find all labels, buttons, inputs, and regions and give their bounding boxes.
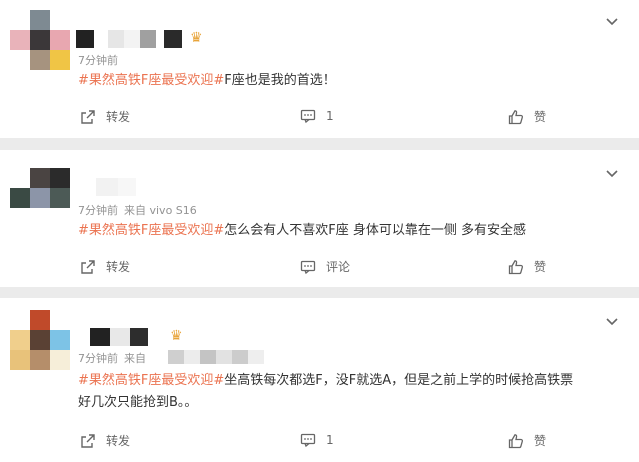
comment-text: #果然高铁F座最受欢迎#坐高铁每次都选F，没F就选A，但是之前上学的时候抢高铁票… <box>78 370 603 414</box>
comment-count: 1 <box>326 109 334 123</box>
action-bar: 转发 评论 赞 <box>0 258 639 278</box>
like-button[interactable]: 赞 <box>508 258 546 275</box>
comment-card: 7分钟前 来自 vivo S16 #果然高铁F座最受欢迎#怎么会有人不喜欢F座 身… <box>0 150 639 287</box>
post-meta: 7分钟前 <box>78 52 118 68</box>
username[interactable] <box>96 178 136 196</box>
comment-body: F座也是我的首选！ <box>224 73 336 88</box>
share-button[interactable]: 转发 <box>80 108 130 125</box>
action-bar: 转发 1 赞 <box>0 432 639 452</box>
username[interactable] <box>76 30 182 48</box>
thumbs-up-icon <box>508 259 524 274</box>
avatar[interactable] <box>10 10 72 72</box>
chevron-down-icon[interactable] <box>605 314 619 328</box>
chevron-down-icon[interactable] <box>605 14 619 28</box>
comment-body-line2: 好几次只能抢到B。。 <box>78 395 198 410</box>
share-label: 转发 <box>106 434 131 448</box>
share-label: 转发 <box>106 110 131 124</box>
post-time: 7分钟前 <box>78 54 118 67</box>
comment-button[interactable]: 评论 <box>300 258 350 275</box>
like-label: 赞 <box>534 110 547 124</box>
share-button[interactable]: 转发 <box>80 432 130 449</box>
comment-body-line1: 坐高铁每次都选F，没F就选A，但是之前上学的时候抢高铁票 <box>224 373 574 388</box>
share-icon <box>81 109 95 124</box>
like-button[interactable]: 赞 <box>508 108 546 125</box>
like-label: 赞 <box>534 434 547 448</box>
like-button[interactable]: 赞 <box>508 432 546 449</box>
thumbs-up-icon <box>508 433 524 448</box>
avatar[interactable] <box>10 168 72 230</box>
chevron-down-icon[interactable] <box>605 166 619 180</box>
comment-count: 1 <box>326 433 334 447</box>
comment-button[interactable]: 1 <box>300 432 334 448</box>
comment-text: #果然高铁F座最受欢迎#怎么会有人不喜欢F座 身体可以靠在一侧 多有安全感 <box>78 220 603 242</box>
crown-icon: ♛ <box>190 30 203 46</box>
comment-icon <box>300 433 316 448</box>
comment-icon <box>300 109 316 124</box>
post-source: 来自 <box>124 352 146 365</box>
share-button[interactable]: 转发 <box>80 258 130 275</box>
post-meta: 7分钟前 来自 vivo S16 <box>78 202 197 218</box>
comment-body: 怎么会有人不喜欢F座 身体可以靠在一侧 多有安全感 <box>224 223 527 238</box>
post-source: 来自 vivo S16 <box>124 204 197 217</box>
comment-label: 评论 <box>326 260 351 274</box>
post-time: 7分钟前 <box>78 352 118 365</box>
blurred-device <box>168 350 264 364</box>
comment-button[interactable]: 1 <box>300 108 334 124</box>
action-bar: 转发 1 赞 <box>0 108 639 128</box>
topic-link[interactable]: #果然高铁F座最受欢迎# <box>78 73 224 88</box>
username[interactable] <box>90 328 162 346</box>
comment-card: ♛ 7分钟前 来自 #果然高铁F座最受欢迎#坐高铁每次都选F，没F就选A，但是之前… <box>0 298 639 462</box>
share-icon <box>81 433 95 448</box>
like-label: 赞 <box>534 260 547 274</box>
avatar[interactable] <box>10 310 72 372</box>
comment-card: ♛ 7分钟前 #果然高铁F座最受欢迎#F座也是我的首选！ 转发 1 赞 <box>0 0 639 138</box>
comment-feed: ♛ 7分钟前 #果然高铁F座最受欢迎#F座也是我的首选！ 转发 1 赞 7分钟前… <box>0 0 639 462</box>
share-label: 转发 <box>106 260 131 274</box>
comment-icon <box>300 260 316 274</box>
comment-text: #果然高铁F座最受欢迎#F座也是我的首选！ <box>78 70 603 92</box>
thumbs-up-icon <box>508 109 524 124</box>
share-icon <box>81 259 95 274</box>
post-time: 7分钟前 <box>78 204 118 217</box>
topic-link[interactable]: #果然高铁F座最受欢迎# <box>78 223 224 238</box>
topic-link[interactable]: #果然高铁F座最受欢迎# <box>78 373 224 388</box>
post-meta: 7分钟前 来自 <box>78 350 146 366</box>
crown-icon: ♛ <box>170 328 183 344</box>
